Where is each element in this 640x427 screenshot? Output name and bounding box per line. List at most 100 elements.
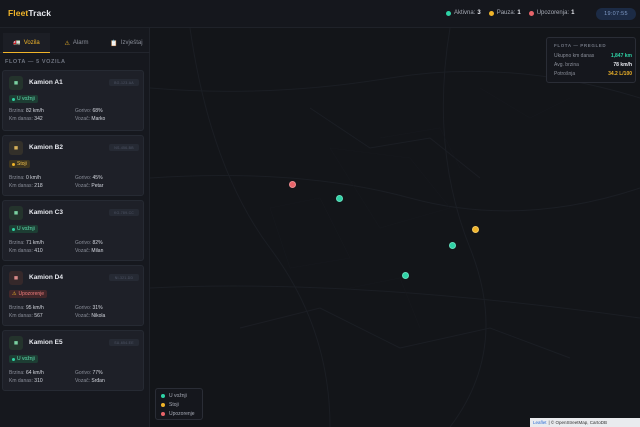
status-badge: ⚠ Upozorenje	[9, 290, 48, 298]
speed-label: Brzina:	[9, 305, 25, 311]
live-clock: 19:07:55	[596, 8, 636, 20]
map-tiles	[150, 28, 640, 427]
warning-icon: ⚠	[64, 40, 70, 47]
fuel-label: Gorivo:	[75, 108, 92, 114]
fuel-field: Gorivo: 77%	[75, 370, 103, 376]
fuel-label: Gorivo:	[75, 175, 92, 181]
driver-label: Vozač:	[75, 313, 91, 319]
km-value: 218	[34, 183, 43, 189]
vehicle-card-e5[interactable]: ■ Kamion E5 SU-654-EE U vožnji Brzina: 6…	[2, 330, 144, 391]
header-status-summary: Aktivna: 3 Pauza: 1 Upozorenja: 1	[446, 10, 582, 16]
fuel-value: 68%	[92, 108, 103, 114]
status-pause-count: 1	[517, 10, 521, 16]
leaflet-link[interactable]: Leaflet	[533, 420, 547, 425]
vehicle-marker-moving[interactable]	[449, 242, 456, 249]
driver-label: Vozač:	[75, 183, 91, 189]
vehicle-marker-moving[interactable]	[336, 195, 343, 202]
status-badge: U vožnji	[9, 225, 38, 233]
vehicle-name: Kamion D4	[29, 274, 63, 281]
status-badge: Stoji	[9, 160, 30, 168]
top-header: FleetTrack Aktivna: 3 Pauza: 1 Upozorenj…	[0, 0, 640, 28]
status-pause-label: Pauza:	[496, 10, 516, 16]
driver-value: Marko	[91, 116, 106, 122]
legend-item-warning: Upozorenje	[161, 411, 195, 417]
status-badge-label: U vožnji	[17, 356, 35, 362]
fuel-field: Gorivo: 31%	[75, 305, 103, 311]
km-field: Km danas: 310	[9, 378, 43, 384]
fuel-field: Gorivo: 45%	[75, 175, 103, 181]
legend-dot-icon	[161, 403, 165, 407]
vehicle-name: Kamion B2	[29, 144, 63, 151]
tab-izvjestaj[interactable]: 📋 Izvještaj	[103, 33, 150, 53]
map-view[interactable]	[150, 28, 640, 427]
km-label: Km danas:	[9, 378, 33, 384]
app-logo[interactable]: FleetTrack	[8, 8, 51, 18]
driver-field: Vozač: Srđan	[75, 378, 105, 384]
license-plate: BG-123-AA	[109, 79, 139, 86]
status-active-label: Aktivna:	[454, 10, 476, 16]
vehicle-name: Kamion A1	[29, 79, 63, 86]
pause-dot-icon	[488, 10, 494, 16]
warning-icon: ⚠	[12, 291, 17, 297]
license-plate: SU-654-EE	[109, 339, 139, 346]
status-dot-icon	[12, 357, 15, 361]
tab-alarm-label: Alarm	[72, 40, 89, 46]
vehicle-card-a1[interactable]: ■ Kamion A1 BG-123-AA U vožnji Brzina: 8…	[2, 70, 144, 131]
vehicle-card-c3[interactable]: ■ Kamion C3 KG-789-CC U vožnji Brzina: 7…	[2, 200, 144, 261]
status-badge: U vožnji	[9, 355, 38, 363]
fuel-value: 82%	[92, 240, 103, 246]
speed-field: Brzina: 82 km/h	[9, 108, 44, 114]
vehicle-card-d4[interactable]: ■ Kamion D4 NI-321-DD ⚠ Upozorenje Brzina…	[2, 265, 144, 326]
tab-alarm[interactable]: ⚠ Alarm	[53, 33, 100, 53]
km-label: Km danas:	[9, 183, 33, 189]
driver-field: Vozač: Marko	[75, 116, 105, 122]
km-value: 567	[34, 313, 43, 319]
fleet-section-title: FLOTA — 5 VOZILA	[5, 59, 66, 65]
status-badge-label: U vožnji	[17, 226, 35, 232]
vehicle-card-b2[interactable]: ■ Kamion B2 NS-456-BB Stoji Brzina: 0 km…	[2, 135, 144, 196]
km-value: 410	[34, 248, 43, 254]
overview-fuel-row: Potrošnja 34.2 L/100	[554, 71, 632, 77]
km-field: Km danas: 218	[9, 183, 43, 189]
fuel-value: 77%	[92, 370, 103, 376]
vehicle-name: Kamion E5	[29, 339, 63, 346]
speed-label: Brzina:	[9, 370, 25, 376]
driver-value: Petar	[91, 183, 104, 189]
km-field: Km danas: 342	[9, 116, 43, 122]
license-plate: KG-789-CC	[109, 209, 139, 216]
status-badge-label: Upozorenje	[18, 291, 45, 297]
vehicle-marker-warning[interactable]	[289, 181, 296, 188]
speed-value: 64 km/h	[25, 370, 44, 376]
fuel-value: 31%	[92, 305, 103, 311]
driver-value: Milan	[91, 248, 104, 254]
km-value: 310	[34, 378, 43, 384]
vehicle-name: Kamion C3	[29, 209, 63, 216]
km-field: Km danas: 410	[9, 248, 43, 254]
tab-vozila[interactable]: 🚛 Vozila	[3, 33, 50, 53]
status-dot-icon	[12, 97, 15, 101]
vehicle-marker-moving[interactable]	[402, 272, 409, 279]
fuel-value: 45%	[92, 175, 103, 181]
status-pause: Pauza: 1	[488, 10, 521, 16]
truck-icon: 🚛	[13, 40, 21, 46]
speed-field: Brzina: 71 km/h	[9, 240, 44, 246]
km-label: Km danas:	[9, 248, 33, 254]
driver-label: Vozač:	[75, 248, 91, 254]
status-badge-label: Stoji	[17, 161, 27, 167]
speed-label: Brzina:	[9, 108, 25, 114]
status-badge-label: U vožnji	[17, 96, 35, 102]
legend-item-moving: U vožnji	[161, 393, 187, 399]
vehicle-marker-stopped[interactable]	[472, 226, 479, 233]
truck-icon: ■	[9, 336, 23, 350]
license-plate: NS-456-BB	[109, 144, 139, 151]
legend-dot-icon	[161, 394, 165, 398]
speed-value: 82 km/h	[25, 108, 44, 114]
speed-label: Brzina:	[9, 240, 25, 246]
tab-izvjestaj-label: Izvještaj	[120, 40, 143, 46]
overview-title: FLOTA — PREGLED	[554, 43, 607, 48]
fuel-field: Gorivo: 82%	[75, 240, 103, 246]
status-dot-icon	[12, 227, 15, 231]
status-badge: U vožnji	[9, 95, 38, 103]
speed-field: Brzina: 64 km/h	[9, 370, 44, 376]
km-field: Km danas: 567	[9, 313, 43, 319]
